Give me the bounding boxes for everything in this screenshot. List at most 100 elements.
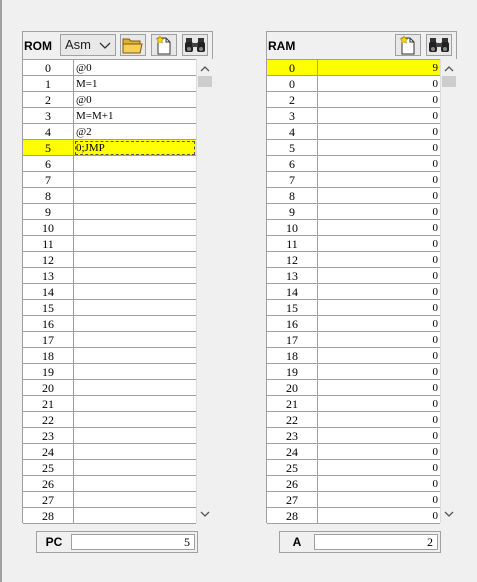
pc-value[interactable]: 5 [71, 534, 195, 550]
address-cell: 25 [267, 460, 318, 476]
value-cell[interactable]: 0 [318, 156, 440, 172]
scroll-up-icon[interactable] [197, 60, 213, 76]
value-cell[interactable]: 0 [318, 364, 440, 380]
rom-new-button[interactable] [151, 34, 177, 56]
table-row: 19 0 [267, 364, 440, 380]
value-cell[interactable] [74, 460, 196, 476]
value-cell[interactable]: 0 [318, 460, 440, 476]
value-cell[interactable]: 0 [318, 428, 440, 444]
value-cell[interactable] [74, 268, 196, 284]
value-cell[interactable]: 0 [318, 220, 440, 236]
value-cell[interactable] [74, 380, 196, 396]
value-cell[interactable] [74, 156, 196, 172]
table-row: 20 [23, 380, 196, 396]
value-cell[interactable]: 0 [318, 188, 440, 204]
table-row: 21 0 [267, 396, 440, 412]
scroll-thumb[interactable] [198, 76, 212, 87]
address-cell: 0 [23, 60, 74, 76]
scroll-thumb[interactable] [442, 76, 456, 87]
address-cell: 28 [267, 508, 318, 524]
value-cell[interactable] [74, 172, 196, 188]
value-cell[interactable]: @0 [74, 92, 196, 108]
address-cell: 9 [267, 204, 318, 220]
address-cell: 23 [23, 428, 74, 444]
table-row: 11 [23, 236, 196, 252]
value-cell[interactable] [74, 316, 196, 332]
value-cell[interactable] [74, 188, 196, 204]
rom-open-button[interactable] [120, 34, 146, 56]
scroll-down-icon[interactable] [197, 506, 213, 522]
table-row: 28 [23, 508, 196, 524]
value-cell[interactable]: 0 [318, 92, 440, 108]
value-cell[interactable]: 0 [318, 332, 440, 348]
ram-find-button[interactable] [426, 34, 452, 56]
a-value[interactable]: 2 [314, 534, 438, 550]
value-cell[interactable]: 0 [318, 108, 440, 124]
value-cell[interactable]: 0 [318, 124, 440, 140]
value-cell[interactable]: 0 [318, 300, 440, 316]
scroll-down-icon[interactable] [441, 506, 457, 522]
value-cell[interactable] [74, 396, 196, 412]
address-cell: 19 [23, 364, 74, 380]
address-cell: 8 [267, 188, 318, 204]
scroll-up-icon[interactable] [441, 60, 457, 76]
value-cell[interactable]: 0;JMP [74, 140, 196, 156]
rom-scrollbar[interactable] [196, 59, 213, 523]
value-cell[interactable]: 0 [318, 444, 440, 460]
value-cell[interactable] [74, 428, 196, 444]
value-cell[interactable] [74, 348, 196, 364]
value-cell[interactable]: 0 [318, 396, 440, 412]
rom-panel: ROM Asm 0 @0 1 M=1 2 @0 3 M=M+1 4 @2 5 0… [22, 31, 213, 524]
rom-find-button[interactable] [182, 34, 208, 56]
value-cell[interactable]: 0 [318, 348, 440, 364]
table-row: 26 [23, 476, 196, 492]
value-cell[interactable]: @0 [74, 60, 196, 76]
table-row: 8 [23, 188, 196, 204]
value-cell[interactable] [74, 364, 196, 380]
value-cell[interactable] [74, 236, 196, 252]
value-cell[interactable]: 0 [318, 236, 440, 252]
value-cell[interactable] [74, 300, 196, 316]
value-cell[interactable]: 0 [318, 412, 440, 428]
value-cell[interactable] [74, 332, 196, 348]
value-cell[interactable] [74, 284, 196, 300]
address-cell: 24 [267, 444, 318, 460]
value-cell[interactable]: 0 [318, 252, 440, 268]
value-cell[interactable]: 0 [318, 284, 440, 300]
table-row: 26 0 [267, 476, 440, 492]
value-cell[interactable]: 0 [318, 380, 440, 396]
ram-scrollbar[interactable] [440, 59, 457, 523]
table-row: 70 [267, 172, 440, 188]
table-row: 28 0 [267, 508, 440, 524]
value-cell[interactable]: 0 [318, 204, 440, 220]
value-cell[interactable]: M=M+1 [74, 108, 196, 124]
value-cell[interactable]: 0 [318, 316, 440, 332]
value-cell[interactable]: 9 [318, 60, 440, 76]
ram-new-button[interactable] [395, 34, 421, 56]
value-cell[interactable] [74, 204, 196, 220]
value-cell[interactable] [74, 412, 196, 428]
value-cell[interactable] [74, 492, 196, 508]
value-cell[interactable] [74, 444, 196, 460]
ram-title: RAM [268, 39, 296, 53]
value-cell[interactable]: 0 [318, 476, 440, 492]
ram-header: RAM [267, 32, 456, 58]
table-row: 21 [23, 396, 196, 412]
value-cell[interactable]: 0 [318, 268, 440, 284]
value-cell[interactable] [74, 220, 196, 236]
value-cell[interactable] [74, 252, 196, 268]
rom-format-select[interactable]: Asm [60, 34, 116, 56]
value-cell[interactable]: 0 [318, 140, 440, 156]
table-row: 50 [267, 140, 440, 156]
value-cell[interactable]: 0 [318, 508, 440, 524]
value-cell[interactable]: 0 [318, 76, 440, 92]
table-row: 17 0 [267, 332, 440, 348]
value-cell[interactable]: 0 [318, 172, 440, 188]
value-cell[interactable]: 0 [318, 492, 440, 508]
binoculars-icon [185, 38, 205, 52]
address-cell: 11 [267, 236, 318, 252]
value-cell[interactable]: @2 [74, 124, 196, 140]
value-cell[interactable]: M=1 [74, 76, 196, 92]
value-cell[interactable] [74, 476, 196, 492]
value-cell[interactable] [74, 508, 196, 524]
